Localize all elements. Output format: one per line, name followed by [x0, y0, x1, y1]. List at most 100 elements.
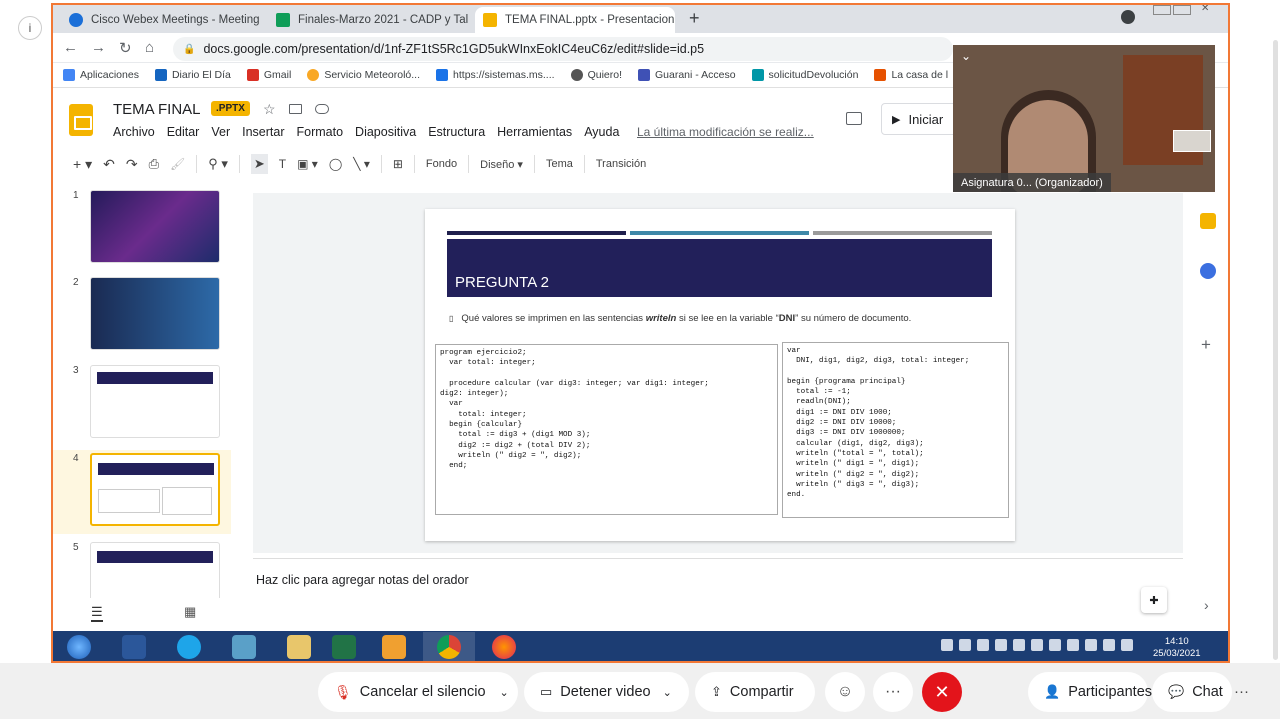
tab-slides[interactable]: TEMA FINAL.pptx - Presentacion ✕	[475, 7, 675, 33]
tray-icon[interactable]	[1067, 639, 1079, 651]
ie-icon[interactable]	[163, 632, 215, 661]
self-view[interactable]	[1173, 130, 1211, 152]
tray-icon[interactable]	[1085, 639, 1097, 651]
profile-icon[interactable]	[1121, 10, 1135, 24]
image-icon[interactable]: ▣ ▾	[297, 157, 318, 171]
tray-icon[interactable]	[941, 639, 953, 651]
line-icon[interactable]: ╲ ▾	[353, 157, 370, 171]
menu-formato[interactable]: Formato	[297, 125, 344, 139]
zoom-icon[interactable]: ⚲ ▾	[208, 156, 228, 172]
outer-scrollbar[interactable]	[1273, 40, 1278, 660]
url-field[interactable]: 🔒 docs.google.com/presentation/d/1nf-ZF1…	[173, 37, 953, 61]
reload-icon[interactable]: ↻	[119, 39, 132, 57]
comments-icon[interactable]	[846, 112, 862, 125]
theme-button[interactable]: Tema	[546, 158, 573, 170]
bookmark-sistemas[interactable]: https://sistemas.ms....	[436, 69, 555, 81]
end-call-button[interactable]: ✕	[922, 672, 962, 712]
shape-icon[interactable]: ◯	[329, 157, 342, 171]
tray-icon[interactable]	[977, 639, 989, 651]
new-slide-icon[interactable]: + ▾	[73, 156, 92, 173]
tray-icon[interactable]	[1013, 639, 1025, 651]
slide-thumbnail-4[interactable]	[90, 453, 220, 526]
participants-button[interactable]: 👤 Participantes	[1028, 672, 1152, 712]
background-button[interactable]: Fondo	[426, 158, 457, 170]
select-tool-icon[interactable]: ➤	[250, 154, 268, 174]
bookmark-quiero[interactable]: Quiero!	[570, 69, 622, 81]
app-icon[interactable]	[218, 632, 270, 661]
tab-drive[interactable]: Finales-Marzo 2021 - CADP y Tal ✕	[268, 7, 468, 33]
speaker-notes[interactable]: Haz clic para agregar notas del orador ✚	[253, 558, 1183, 618]
close-icon[interactable]: ✕	[674, 12, 675, 28]
chat-button[interactable]: 💬 Chat	[1152, 672, 1232, 712]
home-icon[interactable]: ⌂	[145, 39, 154, 56]
media-icon[interactable]	[368, 632, 420, 661]
move-icon[interactable]	[289, 104, 302, 114]
unmute-button[interactable]: 🎙 Cancelar el silencio ⌄	[318, 672, 518, 712]
slide-thumbnail-2[interactable]	[90, 277, 220, 350]
menu-herramientas[interactable]: Herramientas	[497, 125, 572, 139]
chevron-down-icon[interactable]: ⌄	[663, 686, 672, 699]
close-icon[interactable]: ✕	[260, 12, 261, 28]
stop-video-button[interactable]: ▭ Detener video ⌄	[524, 672, 689, 712]
menu-ver[interactable]: Ver	[211, 125, 230, 139]
menu-diapositiva[interactable]: Diapositiva	[355, 125, 416, 139]
textbox-icon[interactable]: T	[279, 157, 286, 171]
menu-estructura[interactable]: Estructura	[428, 125, 485, 139]
tray-icon[interactable]	[1049, 639, 1061, 651]
chevron-down-icon[interactable]: ⌄	[961, 49, 971, 63]
clock[interactable]: 14:10 25/03/2021	[1153, 636, 1201, 660]
tray-icon[interactable]	[1121, 639, 1133, 651]
paint-format-icon[interactable]: 🖌	[170, 157, 185, 171]
keep-icon[interactable]	[1200, 213, 1216, 229]
slide[interactable]: PREGUNTA 2 ▯ Qué valores se imprimen en l…	[425, 209, 1015, 541]
firefox-icon[interactable]	[478, 632, 530, 661]
maximize-icon[interactable]	[1173, 5, 1191, 15]
expand-panel-icon[interactable]: ›	[1204, 597, 1209, 613]
add-addon-icon[interactable]: +	[1201, 335, 1211, 355]
bookmark-diario[interactable]: Diario El Día	[154, 69, 231, 81]
transition-button[interactable]: Transición	[596, 158, 646, 170]
last-edit-link[interactable]: La última modificación se realiz...	[637, 125, 814, 139]
cloud-icon[interactable]	[315, 104, 329, 114]
back-icon[interactable]: ←	[63, 39, 78, 56]
tray-icon[interactable]	[959, 639, 971, 651]
start-button[interactable]	[53, 632, 105, 661]
bookmark-gmail[interactable]: Gmail	[246, 69, 291, 81]
reactions-icon[interactable]: ☺	[825, 672, 865, 712]
tasks-icon[interactable]	[1200, 263, 1216, 279]
document-title[interactable]: TEMA FINAL	[113, 101, 201, 118]
minimize-icon[interactable]	[1153, 5, 1171, 15]
video-thumbnail[interactable]: ⌄ Asignatura 0... (Organizador)	[953, 45, 1215, 192]
tab-webex[interactable]: Cisco Webex Meetings - Meeting ✕	[61, 7, 261, 33]
word-icon[interactable]	[108, 632, 160, 661]
excel-icon[interactable]	[318, 632, 370, 661]
more-icon[interactable]: ···	[1234, 683, 1249, 700]
share-button[interactable]: ⇪ Compartir	[695, 672, 815, 712]
bookmark-solicitud[interactable]: solicitudDevolución	[751, 69, 858, 81]
more-options-icon[interactable]: ···	[873, 672, 913, 712]
slides-logo-icon[interactable]	[69, 104, 93, 136]
forward-icon[interactable]: →	[91, 39, 106, 56]
bookmark-guarani[interactable]: Guarani - Acceso	[638, 69, 736, 81]
new-tab-icon[interactable]: +	[689, 8, 700, 29]
slide-thumbnail-5[interactable]	[90, 542, 220, 602]
layout-button[interactable]: Diseño ▾	[480, 158, 523, 171]
menu-insertar[interactable]: Insertar	[242, 125, 284, 139]
comment-add-icon[interactable]: ⊞	[393, 157, 403, 171]
star-icon[interactable]: ☆	[263, 101, 276, 118]
bookmark-casa[interactable]: La casa de l	[874, 69, 948, 81]
undo-icon[interactable]: ↶	[103, 156, 115, 173]
window-close-icon[interactable]: ✕	[1201, 5, 1209, 14]
slide-thumbnail-3[interactable]	[90, 365, 220, 438]
bookmark-meteo[interactable]: Servicio Meteoroló...	[307, 69, 420, 81]
grid-view-icon[interactable]: ▦	[184, 604, 196, 620]
explore-icon[interactable]: ✚	[1141, 587, 1167, 613]
tray-icon[interactable]	[1031, 639, 1043, 651]
chevron-down-icon[interactable]: ⌄	[500, 686, 509, 699]
tray-icon[interactable]	[995, 639, 1007, 651]
list-view-icon[interactable]: ☰	[91, 604, 103, 622]
chrome-icon[interactable]	[423, 632, 475, 661]
print-icon[interactable]: ⎙	[149, 156, 159, 172]
redo-icon[interactable]: ↷	[126, 156, 138, 173]
menu-archivo[interactable]: Archivo	[113, 125, 155, 139]
